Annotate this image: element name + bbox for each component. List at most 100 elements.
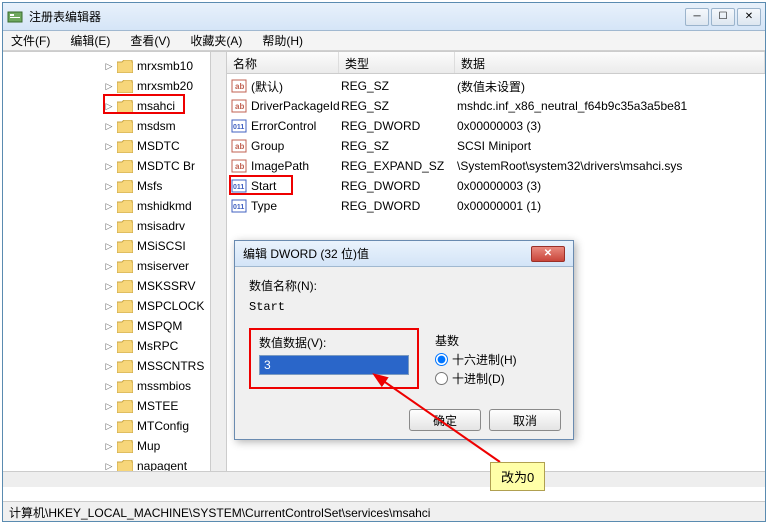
tree-item-msiserver[interactable]: ▷ msiserver [7, 256, 210, 276]
tree-item-mssmbios[interactable]: ▷ mssmbios [7, 376, 210, 396]
cell-data: \SystemRoot\system32\drivers\msahci.sys [457, 159, 761, 173]
tree-item-msrpc[interactable]: ▷MsRPC [7, 336, 210, 356]
tree-item-msdtc br[interactable]: ▷ MSDTC Br [7, 156, 210, 176]
cell-name: Type [251, 199, 341, 213]
menu-view[interactable]: 查看(V) [126, 30, 174, 51]
tree-item-msiscsi[interactable]: ▷ MSiSCSI [7, 236, 210, 256]
expander-icon[interactable]: ▷ [103, 300, 115, 312]
cell-name: Start [251, 179, 341, 193]
cell-type: REG_SZ [341, 139, 457, 153]
tree-item-napagent[interactable]: ▷napagent [7, 456, 210, 471]
expander-icon[interactable]: ▷ [103, 360, 115, 372]
tree-label: MSiSCSI [137, 239, 186, 253]
expander-icon[interactable]: ▷ [103, 120, 115, 132]
expander-icon[interactable]: ▷ [103, 140, 115, 152]
svg-text:ab: ab [235, 162, 244, 171]
tree-label: msiserver [137, 259, 189, 273]
expander-icon[interactable]: ▷ [103, 380, 115, 392]
tree-label: mssmbios [137, 379, 191, 393]
tree-item-msdtc[interactable]: ▷MSDTC [7, 136, 210, 156]
svg-text:011: 011 [233, 124, 244, 131]
expander-icon[interactable]: ▷ [103, 100, 115, 112]
tree-item-mstee[interactable]: ▷ MSTEE [7, 396, 210, 416]
menu-edit[interactable]: 编辑(E) [66, 30, 114, 51]
cell-type: REG_DWORD [341, 179, 457, 193]
expander-icon[interactable]: ▷ [103, 460, 115, 471]
tree-item-msisadrv[interactable]: ▷ msisadrv [7, 216, 210, 236]
tree-item-mshidkmd[interactable]: ▷mshidkmd [7, 196, 210, 216]
horizontal-scrollbar[interactable] [3, 471, 765, 487]
expander-icon[interactable]: ▷ [103, 60, 115, 72]
tree-label: msisadrv [137, 219, 185, 233]
tree-item-msfs[interactable]: ▷Msfs [7, 176, 210, 196]
radio-hex[interactable]: 十六进制(H) [435, 351, 559, 368]
cell-name: DriverPackageId [251, 99, 341, 113]
expander-icon[interactable]: ▷ [103, 240, 115, 252]
tree-label: MSPCLOCK [137, 299, 204, 313]
cell-data: mshdc.inf_x86_neutral_f64b9c35a3a5be81 [457, 99, 761, 113]
cell-type: REG_DWORD [341, 119, 457, 133]
list-row[interactable]: abImagePathREG_EXPAND_SZ\SystemRoot\syst… [227, 156, 765, 176]
tree-label: msdsm [137, 119, 176, 133]
annotation-arrow [370, 372, 510, 472]
expander-icon[interactable]: ▷ [103, 220, 115, 232]
tree-item-mup[interactable]: ▷Mup [7, 436, 210, 456]
menubar: 文件(F) 编辑(E) 查看(V) 收藏夹(A) 帮助(H) [3, 31, 765, 51]
tree-label: MSSCNTRS [137, 359, 204, 373]
list-row[interactable]: ab DriverPackageIdREG_SZmshdc.inf_x86_neu… [227, 96, 765, 116]
tree-item-mtconfig[interactable]: ▷MTConfig [7, 416, 210, 436]
list-row[interactable]: ab(默认)REG_SZ(数值未设置) [227, 76, 765, 96]
cell-data: 0x00000003 (3) [457, 119, 761, 133]
column-type[interactable]: 类型 [339, 52, 455, 73]
tree-label: MSDTC Br [137, 159, 195, 173]
tree-label: msahci [137, 99, 175, 113]
expander-icon[interactable]: ▷ [103, 80, 115, 92]
dialog-title: 编辑 DWORD (32 位)值 [243, 245, 369, 262]
cell-type: REG_EXPAND_SZ [341, 159, 457, 173]
tree-item-mspqm[interactable]: ▷MSPQM [7, 316, 210, 336]
dialog-titlebar[interactable]: 编辑 DWORD (32 位)值 ✕ [235, 241, 573, 267]
expander-icon[interactable]: ▷ [103, 180, 115, 192]
tree-item-msscntrs[interactable]: ▷ MSSCNTRS [7, 356, 210, 376]
value-name-label: 数值名称(N): [249, 277, 559, 294]
tree-item-mspclock[interactable]: ▷ MSPCLOCK [7, 296, 210, 316]
expander-icon[interactable]: ▷ [103, 260, 115, 272]
menu-file[interactable]: 文件(F) [7, 30, 54, 51]
close-button[interactable]: ✕ [737, 8, 761, 26]
list-row[interactable]: abGroupREG_SZSCSI Miniport [227, 136, 765, 156]
expander-icon[interactable]: ▷ [103, 160, 115, 172]
svg-text:011: 011 [233, 204, 244, 211]
tree-pane: ▷mrxsmb10▷mrxsmb20▷msahci▷msdsm▷MSDTC▷MS… [3, 52, 227, 471]
column-data[interactable]: 数据 [455, 52, 765, 73]
tree-item-msdsm[interactable]: ▷ msdsm [7, 116, 210, 136]
cell-data: SCSI Miniport [457, 139, 761, 153]
expander-icon[interactable]: ▷ [103, 340, 115, 352]
radio-hex-input[interactable] [435, 353, 448, 366]
expander-icon[interactable]: ▷ [103, 200, 115, 212]
minimize-button[interactable]: ─ [685, 8, 709, 26]
tree-item-mrxsmb20[interactable]: ▷mrxsmb20 [7, 76, 210, 96]
menu-favorites[interactable]: 收藏夹(A) [186, 30, 246, 51]
expander-icon[interactable]: ▷ [103, 280, 115, 292]
titlebar[interactable]: 注册表编辑器 ─ ☐ ✕ [3, 3, 765, 31]
list-row[interactable]: 011ErrorControlREG_DWORD0x00000003 (3) [227, 116, 765, 136]
list-row[interactable]: 011TypeREG_DWORD0x00000001 (1) [227, 196, 765, 216]
list-row[interactable]: 011StartREG_DWORD0x00000003 (3) [227, 176, 765, 196]
expander-icon[interactable]: ▷ [103, 400, 115, 412]
cell-type: REG_SZ [341, 99, 457, 113]
expander-icon[interactable]: ▷ [103, 440, 115, 452]
menu-help[interactable]: 帮助(H) [258, 30, 307, 51]
column-name[interactable]: 名称 [227, 52, 339, 73]
value-data-label: 数值数据(V): [259, 334, 409, 351]
tree-item-mrxsmb10[interactable]: ▷mrxsmb10 [7, 56, 210, 76]
tree-item-mskssrv[interactable]: ▷MSKSSRV [7, 276, 210, 296]
statusbar: 计算机\HKEY_LOCAL_MACHINE\SYSTEM\CurrentCon… [3, 501, 765, 521]
expander-icon[interactable]: ▷ [103, 420, 115, 432]
maximize-button[interactable]: ☐ [711, 8, 735, 26]
svg-text:ab: ab [235, 102, 244, 111]
expander-icon[interactable]: ▷ [103, 320, 115, 332]
tree-item-msahci[interactable]: ▷ msahci [7, 96, 210, 116]
tree-label: MSTEE [137, 399, 178, 413]
tree-scrollbar[interactable] [210, 52, 226, 471]
dialog-close-button[interactable]: ✕ [531, 246, 565, 262]
